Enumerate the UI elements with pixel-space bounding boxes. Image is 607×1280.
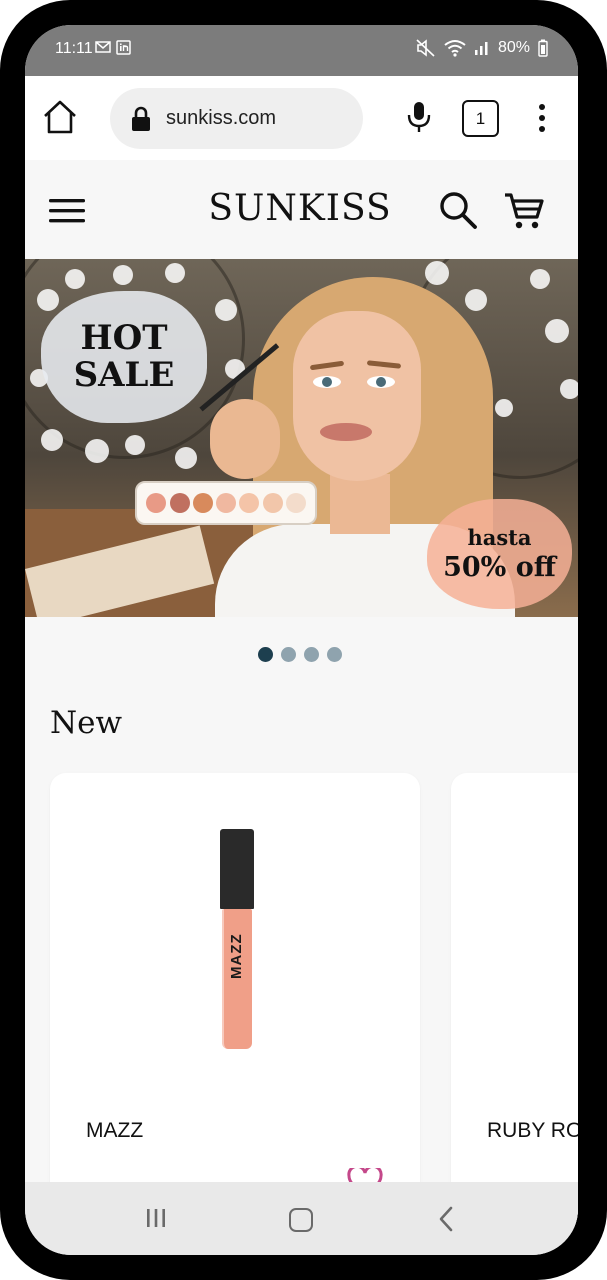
phone-frame: 11:11 80% sunkiss.com 1 SUNKISS HOT SALE… xyxy=(0,0,607,1280)
eyeshadow-palette xyxy=(135,481,317,525)
recents-icon[interactable] xyxy=(146,1208,166,1228)
hot-sale-badge: HOT SALE xyxy=(41,291,207,423)
battery-icon xyxy=(538,39,548,57)
system-nav-bar xyxy=(25,1182,578,1255)
eyeshadow-swatch xyxy=(146,493,167,513)
product-cap xyxy=(220,829,254,909)
product-card[interactable]: RUBY RO xyxy=(451,773,578,1233)
bokeh-light xyxy=(125,435,145,455)
status-notification-icons xyxy=(95,40,131,55)
mute-icon xyxy=(416,39,435,57)
bokeh-light xyxy=(560,379,578,399)
hero-banner[interactable]: HOT SALE hasta 50% off xyxy=(25,259,578,617)
signal-icon xyxy=(474,42,488,55)
bokeh-light xyxy=(465,289,487,311)
mic-icon[interactable] xyxy=(406,100,432,134)
linkedin-icon xyxy=(116,40,131,55)
eyeshadow-swatch xyxy=(169,493,190,513)
eyeshadow-swatch xyxy=(239,493,260,513)
model-neck xyxy=(330,474,390,534)
site-header: SUNKISS xyxy=(25,160,578,259)
carousel-dot[interactable] xyxy=(304,647,319,662)
discount-badge: hasta 50% off xyxy=(427,499,572,609)
carousel-dots xyxy=(258,647,342,662)
browser-toolbar: sunkiss.com 1 xyxy=(25,76,578,160)
brand-logo[interactable]: SUNKISS xyxy=(175,188,425,229)
discount-value: 50% off xyxy=(443,552,556,583)
volume-button xyxy=(601,318,607,468)
model-hand xyxy=(210,399,280,479)
hot-sale-line1: HOT xyxy=(80,318,168,358)
bokeh-light xyxy=(65,269,85,289)
tabs-button[interactable]: 1 xyxy=(462,100,499,137)
bokeh-light xyxy=(530,269,550,289)
eyeshadow-swatch xyxy=(262,493,283,513)
tab-count: 1 xyxy=(475,108,486,128)
bokeh-light xyxy=(85,439,109,463)
cart-icon[interactable] xyxy=(503,190,545,232)
screen: 11:11 80% sunkiss.com 1 SUNKISS HOT SALE… xyxy=(25,25,578,1255)
power-button xyxy=(601,538,607,618)
bokeh-light xyxy=(425,261,449,285)
model-face xyxy=(293,311,421,481)
menu-icon[interactable] xyxy=(47,196,87,226)
product-package-label: MAZZ xyxy=(228,933,245,979)
model-eye xyxy=(313,376,341,388)
eyeshadow-swatch xyxy=(216,493,236,513)
eyeshadow-swatch xyxy=(285,493,306,513)
url-text[interactable]: sunkiss.com xyxy=(166,107,276,130)
carousel-dot[interactable] xyxy=(258,647,273,662)
bokeh-light xyxy=(175,447,197,469)
status-time: 11:11 xyxy=(55,40,93,57)
carousel-dot[interactable] xyxy=(327,647,342,662)
home-icon[interactable] xyxy=(41,98,79,136)
status-bar: 11:11 80% xyxy=(25,25,578,76)
model-lips xyxy=(320,423,372,441)
product-card[interactable]: MAZZ MAZZ xyxy=(50,773,420,1233)
battery-percent: 80% xyxy=(497,39,530,56)
address-bar[interactable]: sunkiss.com xyxy=(110,88,363,149)
wifi-icon xyxy=(444,40,466,57)
product-image[interactable]: MAZZ xyxy=(220,829,254,1051)
product-tube xyxy=(222,909,252,1049)
status-right: 80% xyxy=(416,39,548,57)
eyeshadow-swatch xyxy=(192,493,213,513)
bokeh-light xyxy=(37,289,59,311)
bokeh-light xyxy=(495,399,513,417)
lock-icon xyxy=(132,106,150,131)
model-eye xyxy=(367,376,395,388)
product-name[interactable]: MAZZ xyxy=(86,1119,143,1143)
carousel-dot[interactable] xyxy=(281,647,296,662)
home-nav-icon[interactable] xyxy=(289,1208,313,1232)
more-vert-icon[interactable] xyxy=(534,102,550,134)
hot-sale-line2: SALE xyxy=(73,355,175,395)
bokeh-light xyxy=(41,429,63,451)
discount-prefix: hasta xyxy=(467,525,532,550)
search-icon[interactable] xyxy=(438,190,478,230)
product-name[interactable]: RUBY RO xyxy=(487,1119,578,1143)
bokeh-light xyxy=(165,263,185,283)
back-icon[interactable] xyxy=(438,1206,454,1232)
bokeh-light xyxy=(215,299,237,321)
bokeh-light xyxy=(113,265,133,285)
bokeh-light xyxy=(545,319,569,343)
mail-icon xyxy=(95,41,111,53)
section-title: New xyxy=(50,705,123,741)
